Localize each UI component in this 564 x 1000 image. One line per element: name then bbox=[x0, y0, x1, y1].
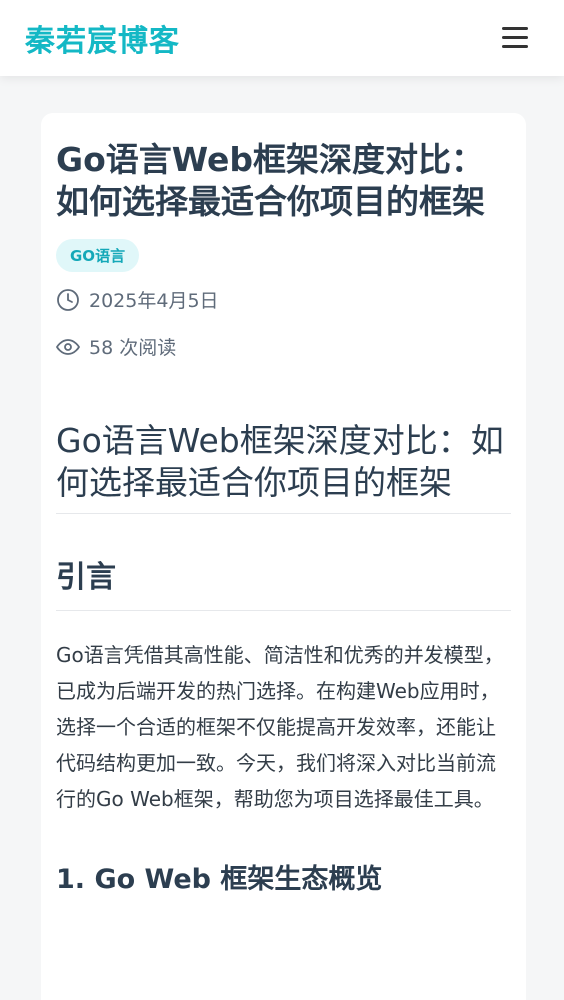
clock-icon bbox=[57, 288, 79, 311]
post-date: 2025年4月5日 bbox=[56, 286, 511, 313]
post-tag[interactable]: GO语言 bbox=[56, 239, 140, 272]
hamburger-menu-icon[interactable] bbox=[500, 25, 530, 51]
content-heading-ecosystem: 1. Go Web 框架生态概览 bbox=[56, 864, 383, 895]
menu-bar bbox=[502, 36, 528, 39]
eye-icon bbox=[56, 338, 80, 355]
site-header: 秦若宸博客 bbox=[0, 0, 564, 76]
post-title: Go语言Web框架深度对比：如何选择最适合你项目的框架 bbox=[56, 140, 485, 221]
post-views-text: 58 次阅读 bbox=[89, 337, 177, 359]
post-card: Go语言Web框架深度对比：如何选择最适合你项目的框架 GO语言 2025年4月… bbox=[41, 113, 526, 1000]
content-paragraph: Go语言凭借其高性能、简洁性和优秀的并发模型，已成为后端开发的热门选择。在构建W… bbox=[56, 643, 504, 811]
post-content: Go语言Web框架深度对比：如何选择最适合你项目的框架 引言 Go语言凭借其高性… bbox=[56, 420, 511, 896]
content-heading-1: Go语言Web框架深度对比：如何选择最适合你项目的框架 bbox=[56, 420, 511, 514]
menu-bar bbox=[502, 45, 528, 48]
menu-bar bbox=[502, 27, 528, 30]
post-date-text: 2025年4月5日 bbox=[89, 290, 219, 312]
site-logo[interactable]: 秦若宸博客 bbox=[25, 16, 180, 60]
post-views: 58 次阅读 bbox=[56, 333, 511, 360]
content-heading-intro: 引言 bbox=[56, 552, 511, 611]
